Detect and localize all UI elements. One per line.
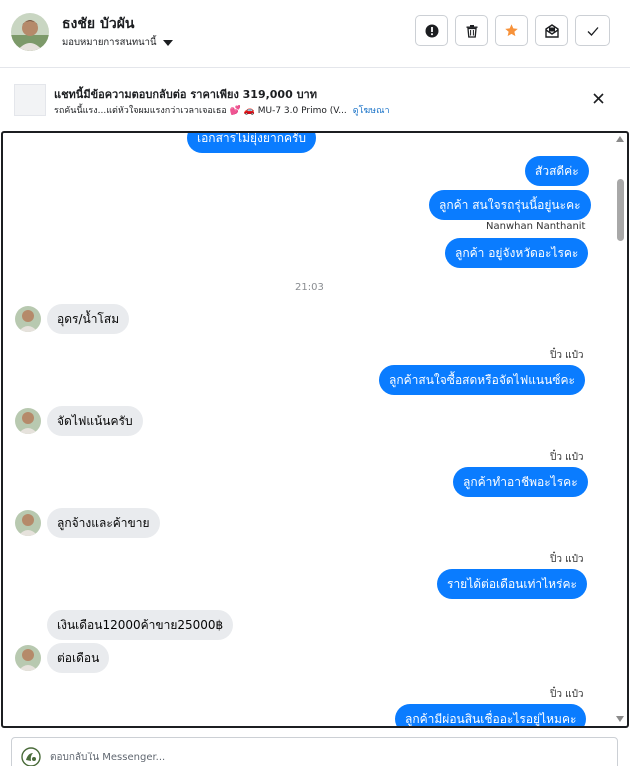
contact-avatar[interactable] bbox=[11, 13, 49, 51]
contact-avatar-small bbox=[15, 408, 41, 434]
message-incoming: ลูกจ้างและค้าขาย bbox=[47, 508, 160, 538]
message-incoming: เงินเดือน12000ค้าขาย25000฿ bbox=[47, 610, 234, 640]
close-ad-banner-button[interactable] bbox=[588, 88, 608, 108]
message-outgoing: สัวสดีค่ะ bbox=[525, 156, 589, 186]
sender-name: ปิ๋ว แป๋ว bbox=[550, 554, 584, 565]
ad-subtitle: รถคันนี้แรง...แต่หัวใจผมแรงกว่าเวลาเจอเธ… bbox=[54, 106, 347, 116]
star-icon bbox=[505, 24, 518, 37]
mark-spam-button[interactable] bbox=[415, 15, 448, 46]
contact-avatar-small bbox=[15, 510, 41, 536]
contact-avatar-small bbox=[15, 645, 41, 671]
ad-title: แชทนี้มีข้อความตอบกลับต่อ ราคาเพียง 319,… bbox=[54, 88, 317, 101]
message-outgoing: ลูกค้ามีผ่อนสินเชื่ออะไรอยู่ไหมคะ bbox=[395, 704, 587, 726]
scrollbar-thumb[interactable] bbox=[617, 179, 624, 241]
message-outgoing: ลูกค้า สนใจรถรุ่นนี้อยู่นะคะ bbox=[429, 190, 591, 220]
view-ad-link[interactable]: ดูโฆษณา bbox=[353, 103, 390, 117]
sender-name: ปิ๋ว แป๋ว bbox=[550, 452, 584, 463]
ad-thumbnail bbox=[14, 84, 46, 116]
reply-composer[interactable] bbox=[11, 737, 618, 766]
message-timestamp: 21:03 bbox=[295, 282, 324, 293]
star-button[interactable] bbox=[495, 15, 528, 46]
scroll-down-arrow-icon[interactable] bbox=[616, 716, 624, 722]
reply-input[interactable] bbox=[50, 752, 590, 763]
messenger-page-icon bbox=[21, 747, 41, 766]
message-outgoing: ลูกค้าทำอาชีพอะไรคะ bbox=[453, 467, 588, 497]
message-outgoing: ลูกค้าสนใจซื้อสดหรือจัดไฟแนนซ์คะ bbox=[379, 365, 585, 395]
assign-label: มอบหมายการสนทนานี้ bbox=[62, 37, 157, 48]
mark-done-button[interactable] bbox=[575, 15, 610, 46]
sender-name: ปิ๋ว แป๋ว bbox=[550, 689, 584, 700]
conversation-header: ธงชัย บัวผัน มอบหมายการสนทนานี้ bbox=[0, 0, 630, 68]
assign-conversation-dropdown[interactable]: มอบหมายการสนทนานี้ bbox=[62, 35, 173, 50]
contact-avatar-small bbox=[15, 306, 41, 332]
delete-button[interactable] bbox=[455, 15, 488, 46]
ad-context-banner: แชทนี้มีข้อความตอบกลับต่อ ราคาเพียง 319,… bbox=[0, 69, 630, 130]
contact-name[interactable]: ธงชัย บัวผัน bbox=[62, 13, 134, 35]
thread-scrollbar[interactable] bbox=[613, 133, 627, 726]
envelope-icon bbox=[544, 23, 559, 38]
trash-icon bbox=[466, 24, 477, 38]
message-outgoing: ลูกค้า อยู่จังหวัดอะไรคะ bbox=[445, 238, 589, 268]
header-actions bbox=[415, 15, 610, 46]
message-incoming: ต่อเดือน bbox=[47, 643, 110, 673]
caret-down-icon bbox=[162, 39, 173, 46]
message-thread[interactable]: เอกสารไม่ยุ่งยากครับ สัวสดีค่ะ ลูกค้า สน… bbox=[1, 131, 629, 728]
message-incoming: จัดไฟแน้นครับ bbox=[47, 406, 143, 436]
close-icon bbox=[592, 92, 604, 104]
message-incoming: อุดร/น้ำโสม bbox=[47, 304, 130, 334]
message-outgoing: รายได้ต่อเดือนเท่าไหร่คะ bbox=[437, 569, 587, 599]
message-outgoing: เอกสารไม่ยุ่งยากครับ bbox=[187, 133, 317, 153]
ad-subtitle-row: รถคันนี้แรง...แต่หัวใจผมแรงกว่าเวลาเจอเธ… bbox=[54, 103, 390, 117]
checkmark-icon bbox=[587, 26, 598, 36]
sender-name: Nanwhan Nanthanit bbox=[486, 221, 586, 232]
mark-unread-button[interactable] bbox=[535, 15, 568, 46]
exclamation-circle-icon bbox=[425, 24, 438, 37]
scroll-up-arrow-icon[interactable] bbox=[616, 136, 624, 142]
sender-name: ปิ๋ว แป๋ว bbox=[550, 350, 584, 361]
